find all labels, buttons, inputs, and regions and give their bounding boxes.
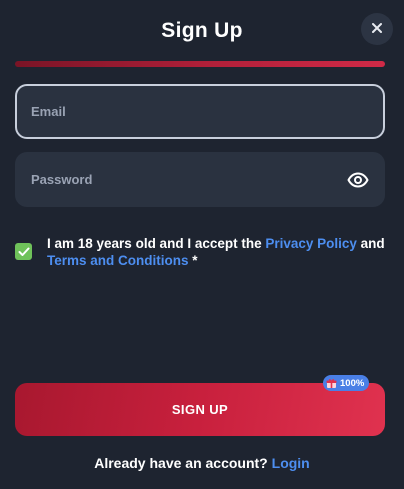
signup-modal: Sign Up I am 18 years old and I accept t… <box>0 0 404 489</box>
login-link[interactable]: Login <box>272 455 310 471</box>
terms-conditions-link[interactable]: Terms and Conditions <box>47 253 189 268</box>
password-input[interactable] <box>31 172 347 187</box>
terms-text-before: I am 18 years old and I accept the <box>47 236 266 251</box>
eye-icon[interactable] <box>347 169 369 191</box>
terms-label: I am 18 years old and I accept the Priva… <box>47 235 385 269</box>
privacy-policy-link[interactable]: Privacy Policy <box>265 236 357 251</box>
progress-bar <box>15 61 385 67</box>
terms-checkbox[interactable] <box>15 243 32 260</box>
login-prompt: Already have an account? Login <box>0 455 404 471</box>
close-button[interactable] <box>361 13 393 45</box>
bonus-badge: 100% <box>323 375 370 391</box>
check-icon <box>18 247 29 256</box>
email-field[interactable] <box>15 84 385 139</box>
gift-icon <box>326 378 337 389</box>
password-field[interactable] <box>15 152 385 207</box>
terms-text-middle: and <box>356 236 385 251</box>
modal-title: Sign Up <box>161 19 243 42</box>
terms-row: I am 18 years old and I accept the Priva… <box>15 235 385 269</box>
required-mark: * <box>188 253 198 268</box>
bonus-badge-label: 100% <box>340 377 365 389</box>
email-input[interactable] <box>31 104 369 119</box>
login-prompt-text: Already have an account? <box>94 455 268 471</box>
close-icon <box>371 19 383 39</box>
